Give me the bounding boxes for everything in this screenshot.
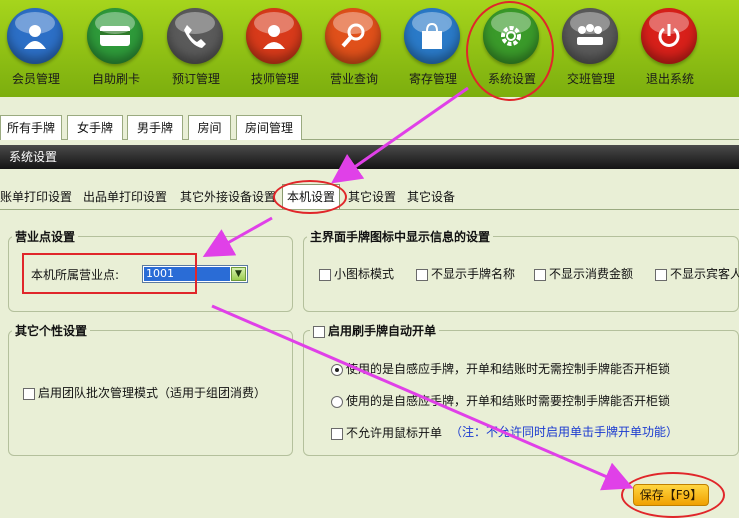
toolbar-storage-button[interactable]: 寄存管理 bbox=[397, 0, 473, 97]
hide-tag-name-checkbox[interactable]: 不显示手牌名称 bbox=[416, 265, 515, 282]
save-highlight-circle bbox=[621, 472, 725, 518]
settings-highlight-circle bbox=[466, 1, 554, 101]
small-icon-checkbox[interactable]: 小图标模式 bbox=[319, 265, 394, 282]
subtab-bill-print[interactable]: 账单打印设置 bbox=[0, 186, 72, 208]
phone-icon bbox=[167, 8, 223, 64]
toolbar-label: 营业查询 bbox=[329, 72, 378, 86]
subtab-external-devices[interactable]: 其它外接设备设置 bbox=[180, 186, 276, 208]
tab-male-tags[interactable]: 男手牌 bbox=[127, 115, 183, 140]
toolbar-label: 自助刷卡 bbox=[91, 72, 140, 86]
chevron-down-icon[interactable]: ▼ bbox=[231, 267, 246, 281]
power-icon bbox=[641, 8, 697, 64]
toolbar-label: 技师管理 bbox=[250, 72, 299, 86]
toolbar-label: 交班管理 bbox=[566, 72, 615, 86]
local-settings-highlight-circle bbox=[273, 180, 347, 214]
toolbar-member-button[interactable]: 会员管理 bbox=[0, 0, 76, 97]
toolbar-exit-button[interactable]: 退出系统 bbox=[634, 0, 710, 97]
toolbar-self-card-button[interactable]: 自助刷卡 bbox=[80, 0, 156, 97]
auto-open-note: （注：不允许同时启用单击手牌开单功能） bbox=[450, 425, 679, 439]
tab-rooms[interactable]: 房间 bbox=[188, 115, 231, 140]
tab-room-management[interactable]: 房间管理 bbox=[236, 115, 302, 140]
lock-control-radio[interactable]: 使用的是自感应手牌，开单和结账时需要控制手牌能否开柜锁 bbox=[331, 392, 670, 409]
main-toolbar: 会员管理 自助刷卡 预订管理 技师管理 营业查询 寄存管理 系统设置 交班管理 … bbox=[0, 0, 739, 97]
member-icon bbox=[7, 8, 63, 64]
subtab-product-print[interactable]: 出品单打印设置 bbox=[83, 186, 167, 208]
toolbar-label: 寄存管理 bbox=[408, 72, 457, 86]
toolbar-label: 预订管理 bbox=[171, 72, 220, 86]
hide-amount-checkbox[interactable]: 不显示消费金额 bbox=[534, 265, 633, 282]
section-title: 系统设置 bbox=[0, 145, 739, 169]
team-batch-checkbox[interactable]: 启用团队批次管理模式（适用于组团消费） bbox=[23, 384, 266, 401]
auto-open-checkbox[interactable]: 启用刷手牌自动开单 bbox=[310, 322, 440, 339]
hide-guest-count-checkbox[interactable]: 不显示宾客人 bbox=[655, 265, 739, 282]
toolbar-booking-button[interactable]: 预订管理 bbox=[160, 0, 236, 97]
toolbar-query-button[interactable]: 营业查询 bbox=[318, 0, 394, 97]
subtab-other-devices[interactable]: 其它设备 bbox=[407, 186, 455, 208]
magnifier-icon bbox=[325, 8, 381, 64]
main-display-title: 主界面手牌图标中显示信息的设置 bbox=[307, 228, 494, 245]
disallow-mouse-open-checkbox[interactable]: 不允许用鼠标开单 bbox=[331, 424, 442, 441]
meeting-icon bbox=[562, 8, 618, 64]
technician-icon bbox=[246, 8, 302, 64]
business-point-title: 营业点设置 bbox=[12, 228, 79, 245]
subtab-other-settings[interactable]: 其它设置 bbox=[348, 186, 396, 208]
tab-female-tags[interactable]: 女手牌 bbox=[67, 115, 123, 140]
bag-icon bbox=[404, 8, 460, 64]
main-tabs: 所有手牌 女手牌 男手牌 房间 房间管理 bbox=[0, 111, 739, 140]
toolbar-label: 退出系统 bbox=[645, 72, 694, 86]
toolbar-shift-button[interactable]: 交班管理 bbox=[555, 0, 631, 97]
toolbar-label: 会员管理 bbox=[11, 72, 60, 86]
business-point-highlight-box bbox=[22, 253, 197, 294]
card-icon bbox=[87, 8, 143, 64]
no-lock-control-radio[interactable]: 使用的是自感应手牌，开单和结账时无需控制手牌能否开柜锁 bbox=[331, 360, 670, 377]
tab-all-tags[interactable]: 所有手牌 bbox=[0, 115, 62, 140]
toolbar-technician-button[interactable]: 技师管理 bbox=[239, 0, 315, 97]
personal-settings-title: 其它个性设置 bbox=[12, 322, 91, 339]
settings-subtabs: 账单打印设置 出品单打印设置 其它外接设备设置 本机设置 其它设置 其它设备 bbox=[0, 182, 739, 210]
